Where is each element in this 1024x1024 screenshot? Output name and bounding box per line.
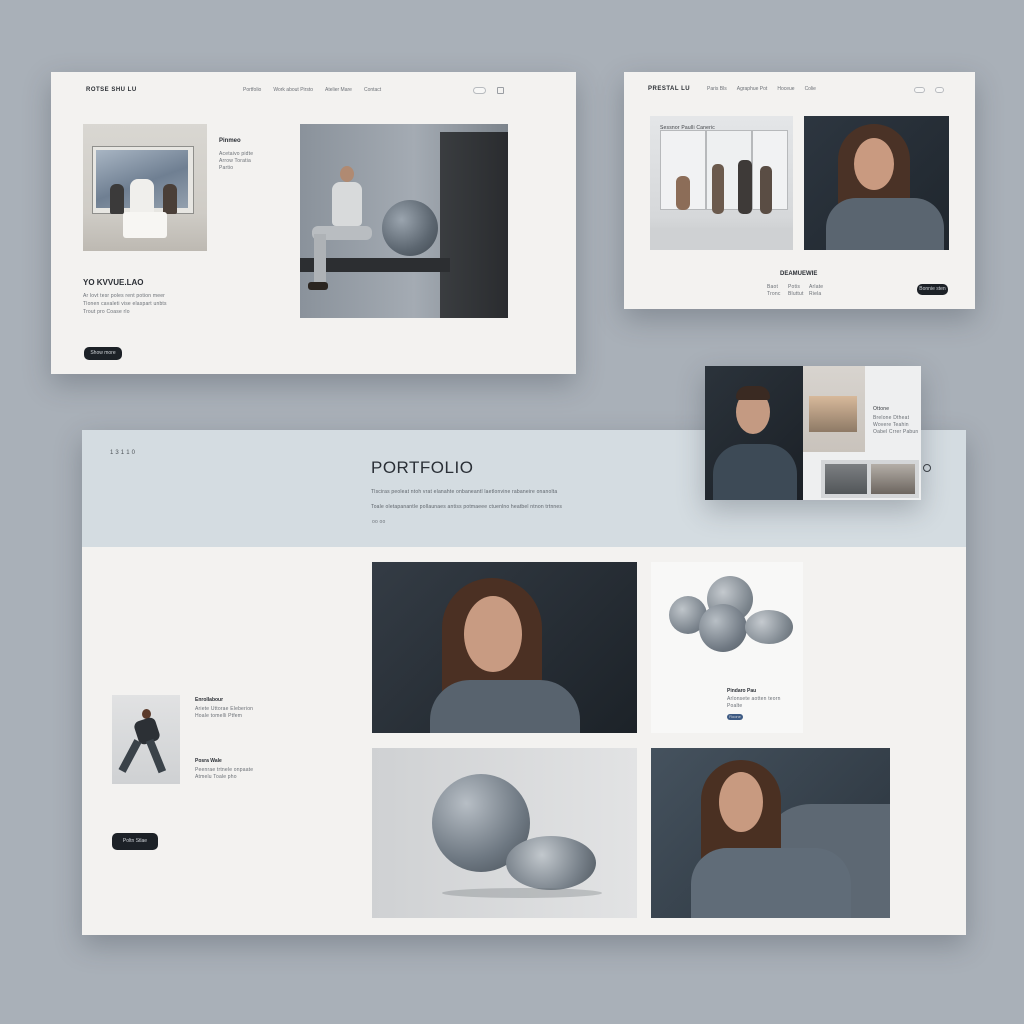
search-pill[interactable] xyxy=(914,87,925,93)
side-title: Pinmeo xyxy=(219,138,241,144)
search-pill[interactable] xyxy=(473,87,486,94)
pager-dots[interactable]: oo oo xyxy=(372,519,386,525)
thumb-strip xyxy=(821,460,919,498)
entry-1-line-2: Hoale tomelli Ptfem xyxy=(195,713,243,719)
page-desc-2: Toale oletapanantle pollaunaes antiss po… xyxy=(371,504,563,510)
dancer-photo xyxy=(112,695,180,784)
stones-text-2: Poalte xyxy=(727,703,743,709)
bag-icon[interactable] xyxy=(497,87,504,94)
meta-6: Riela xyxy=(809,291,822,297)
meta-4: Tronc xyxy=(767,291,781,297)
preview-text-3: Oabel Crrer Pabun xyxy=(873,429,919,435)
link-chain-icon[interactable] xyxy=(923,464,931,472)
card-d-button[interactable]: Poltn Stlae xyxy=(112,833,158,850)
card-portfolio-home: ROTSE SHU LU Portfolio Work about Pirsto… xyxy=(51,72,576,374)
gallery-room-photo xyxy=(83,124,207,251)
nav-link-3[interactable]: Hoceue xyxy=(777,86,794,92)
stones-caption: Pindaro Pau xyxy=(727,688,757,694)
two-stones-photo xyxy=(372,748,637,918)
body-line-1: Ar lovt tesr poles rent potion meer xyxy=(83,293,166,299)
woman-reclining-photo xyxy=(651,748,890,918)
card-preview: Ottone Brelone Dtheat Wovere Teahin Oabe… xyxy=(705,366,931,500)
body-line-2: Tlonen cavaleti vise elaspart unbts xyxy=(83,301,167,307)
entry-2-title: Posra Wale xyxy=(195,758,222,764)
side-text-3: Partio xyxy=(219,165,234,171)
nav-link-1[interactable]: Paris Bls xyxy=(707,86,727,92)
card-b-button[interactable]: Bonnie sten xyxy=(917,284,948,295)
top-nav: Paris Bls Agraphue Pot Hoceue Colie xyxy=(707,86,816,92)
nav-link-2[interactable]: Agraphue Pot xyxy=(737,86,768,92)
top-nav: Portfolio Work about Pirsto Atelier Mare… xyxy=(243,87,381,93)
side-text-2: Arrow Toratia xyxy=(219,158,251,164)
entry-2-line-1: Peenrae trtnele onpaate xyxy=(195,767,254,773)
entry-2-line-2: Atmelu Toale pho xyxy=(195,774,237,780)
card-gallery: PRESTAL LU Paris Bls Agraphue Pot Hoceue… xyxy=(624,72,975,309)
nav-link-4[interactable]: Colie xyxy=(805,86,816,92)
landscape-photo xyxy=(803,366,865,452)
stones-product-card: Pindaro Pau Arlonsete aotten teorn Poalt… xyxy=(651,562,803,733)
page-index: 1 3 1 1 0 xyxy=(110,450,136,456)
stones-button[interactable]: Roone xyxy=(727,714,743,720)
section-title: DEAMUEWIE xyxy=(780,271,818,277)
meta-1: Baot xyxy=(767,284,779,290)
account-pill[interactable] xyxy=(935,87,944,93)
man-portrait-photo xyxy=(705,366,803,500)
canvas: { "card_a": { "logo": "ROTSE SHU LU", "n… xyxy=(0,0,1024,1024)
brand-logo: PRESTAL LU xyxy=(648,86,691,92)
card-portfolio-page: 1 3 1 1 0 PORTFOLIO Tlsciras peoleat nto… xyxy=(82,430,966,935)
body-line-3: Trout pro Coase rlo xyxy=(83,309,130,315)
man-sphere-photo xyxy=(300,124,508,318)
side-text-1: Acetaivo pidte xyxy=(219,151,254,157)
show-more-button[interactable]: Show more xyxy=(84,347,122,360)
stones-text-1: Arlonsete aotten teorn xyxy=(727,696,781,702)
meta-5: Bluttut xyxy=(788,291,804,297)
nav-link-portfolio[interactable]: Portfolio xyxy=(243,87,261,93)
nav-link-contact[interactable]: Contact xyxy=(364,87,381,93)
woman-portrait-photo xyxy=(804,116,949,250)
preview-text-1: Brelone Dtheat xyxy=(873,415,910,421)
meta-2: Potis xyxy=(788,284,801,290)
meta-3: Arlate xyxy=(809,284,824,290)
preview-label: Ottone xyxy=(873,406,890,412)
nav-link-work[interactable]: Work about Pirsto xyxy=(273,87,313,93)
page-desc-1: Tlsciras peoleat ntoh vrat elanahte onba… xyxy=(371,489,558,495)
entry-1-title: Enrollabour xyxy=(195,697,224,703)
gallery-caption: Sessnor Paulli Caneric xyxy=(660,125,715,131)
preview-text-2: Wovere Teahin xyxy=(873,422,909,428)
profile-name: YO KVVUE.LAO xyxy=(83,278,144,287)
brand-logo: ROTSE SHU LU xyxy=(86,87,137,93)
nav-link-atelier[interactable]: Atelier Mare xyxy=(325,87,352,93)
page-title: PORTFOLIO xyxy=(371,458,474,477)
group-gallery-photo xyxy=(650,116,793,250)
woman-portrait-large xyxy=(372,562,637,733)
entry-1-line-1: Ariete Uttorae Eleberion xyxy=(195,706,254,712)
